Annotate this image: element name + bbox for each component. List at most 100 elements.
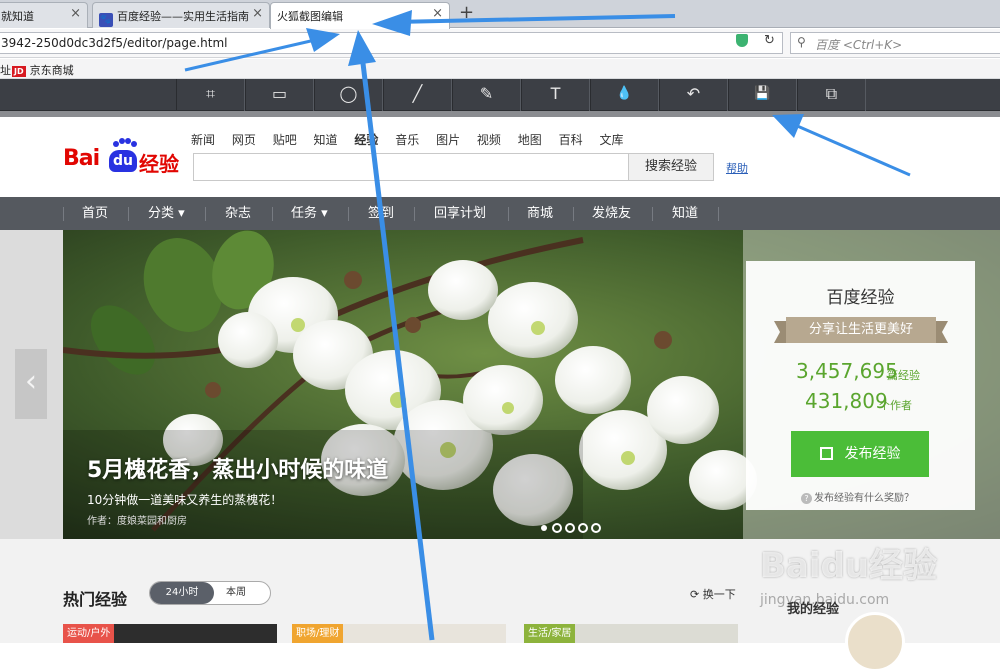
undo-icon[interactable]: ↶ bbox=[659, 79, 728, 111]
top-nav-web[interactable]: 网页 bbox=[232, 133, 256, 147]
editor-toolbar: ⌗ ▭ ◯ ╱ ✎ T 💧 ↶ 💾 ⧉ bbox=[0, 79, 1000, 111]
nav-divider bbox=[718, 207, 719, 221]
nav-home[interactable]: 首页 bbox=[82, 197, 108, 230]
nav-tasks[interactable]: 任务 ▾ bbox=[291, 197, 328, 230]
reload-icon[interactable]: ↻ bbox=[764, 33, 775, 48]
nav-divider bbox=[414, 207, 415, 221]
top-nav-baike[interactable]: 百科 bbox=[559, 133, 583, 147]
main-nav: 首页 分类 ▾ 杂志 任务 ▾ 签到 回享计划 商城 发烧友 知道 bbox=[0, 197, 1000, 230]
tab-screenshot-editor[interactable]: 火狐截图编辑 × bbox=[270, 2, 450, 29]
baidu-jingyan-logo[interactable]: Bai du 经验 bbox=[63, 138, 183, 188]
ellipse-icon[interactable]: ◯ bbox=[314, 79, 383, 111]
experiences-unit: 篇经验 bbox=[887, 369, 920, 382]
nav-divider bbox=[348, 207, 349, 221]
refresh-label: 换一下 bbox=[702, 588, 736, 601]
authors-unit: 个作者 bbox=[879, 399, 912, 412]
save-icon[interactable]: 💾 bbox=[728, 79, 797, 111]
top-nav-images[interactable]: 图片 bbox=[436, 133, 460, 147]
nav-enthusiasts[interactable]: 发烧友 bbox=[592, 197, 631, 230]
experiences-count: 3,457,695 bbox=[796, 359, 898, 383]
top-nav-zhidao[interactable]: 知道 bbox=[314, 133, 338, 147]
range-24h[interactable]: 24小时 bbox=[150, 582, 214, 604]
tab-label: 百度经验——实用生活指南 bbox=[117, 10, 249, 23]
baidu-favicon-icon: 🐾 bbox=[99, 13, 113, 27]
text-icon[interactable]: T bbox=[521, 79, 590, 111]
shield-icon[interactable] bbox=[736, 34, 748, 47]
carousel-prev-button[interactable]: ‹ bbox=[15, 349, 47, 419]
close-tab-icon[interactable]: × bbox=[70, 6, 81, 21]
my-experience-title: 我的经验 bbox=[787, 602, 840, 617]
category-tag[interactable]: 职场/理财 bbox=[292, 624, 344, 643]
bookmark-jd[interactable]: JD 京东商城 bbox=[12, 62, 74, 78]
top-nav-tieba[interactable]: 贴吧 bbox=[273, 133, 297, 147]
hero-title[interactable]: 5月槐花香，蒸出小时候的味道 bbox=[87, 452, 388, 484]
carousel-dot[interactable] bbox=[565, 523, 575, 533]
tab-label: 火狐截图编辑 bbox=[277, 10, 343, 23]
tab-label: 就知道 bbox=[1, 10, 34, 23]
blur-icon[interactable]: 💧 bbox=[590, 79, 659, 111]
top-nav-wenku[interactable]: 文库 bbox=[599, 133, 623, 147]
nav-category[interactable]: 分类 ▾ bbox=[148, 197, 185, 230]
nav-zhidao[interactable]: 知道 bbox=[672, 197, 698, 230]
publish-experience-button[interactable]: 发布经验 bbox=[791, 431, 929, 477]
baidu-jingyan-watermark: Baidu经验 bbox=[760, 546, 938, 586]
refresh-link[interactable]: ⟳ 换一下 bbox=[690, 586, 736, 602]
tab-baidu-jingyan[interactable]: 🐾 百度经验——实用生活指南 × bbox=[92, 2, 270, 28]
paw-icon bbox=[113, 138, 137, 148]
url-bar[interactable]: 3942-250d0dc3d2f5/editor/page.html bbox=[0, 32, 783, 54]
nav-mall[interactable]: 商城 bbox=[527, 197, 553, 230]
top-nav-video[interactable]: 视频 bbox=[477, 133, 501, 147]
top-nav-music[interactable]: 音乐 bbox=[395, 133, 419, 147]
hero-subtitle: 10分钟做一道美味又养生的蒸槐花！ bbox=[87, 493, 283, 507]
close-tab-icon[interactable]: × bbox=[432, 6, 443, 21]
refresh-icon: ⟳ bbox=[690, 588, 703, 601]
line-icon[interactable]: ╱ bbox=[383, 79, 452, 111]
nav-checkin[interactable]: 签到 bbox=[368, 197, 394, 230]
rectangle-icon[interactable]: ▭ bbox=[245, 79, 314, 111]
logo-jingyan: 经验 bbox=[139, 152, 179, 176]
top-nav-jingyan[interactable]: 经验 bbox=[354, 133, 378, 147]
copy-icon[interactable]: ⧉ bbox=[797, 79, 866, 111]
nav-divider bbox=[573, 207, 574, 221]
edit-icon bbox=[819, 447, 833, 460]
reward-link[interactable]: ? 发布经验有什么奖励？ bbox=[801, 489, 914, 504]
nav-rewards-plan[interactable]: 回享计划 bbox=[434, 197, 486, 230]
jingyan-search-input[interactable] bbox=[193, 153, 629, 181]
bookmark-item[interactable]: 址 bbox=[0, 62, 11, 78]
logo-du: du bbox=[109, 150, 137, 172]
carousel-dot[interactable] bbox=[591, 523, 601, 533]
slogan-ribbon: 分享让生活更美好 bbox=[774, 317, 948, 343]
category-tag[interactable]: 生活/家居 bbox=[524, 624, 576, 643]
crop-icon[interactable]: ⌗ bbox=[176, 79, 245, 111]
bookmarks-bar: 址 JD 京东商城 bbox=[0, 59, 1000, 79]
authors-count: 431,809 bbox=[805, 389, 888, 413]
arrow-to-save-tool bbox=[772, 114, 911, 177]
range-week[interactable]: 本周 bbox=[216, 582, 256, 604]
carousel-dot[interactable] bbox=[541, 525, 547, 531]
nav-divider bbox=[205, 207, 206, 221]
pen-icon[interactable]: ✎ bbox=[452, 79, 521, 111]
carousel-dot[interactable] bbox=[578, 523, 588, 533]
browser-search-input[interactable]: ⚲ 百度 <Ctrl+K> bbox=[790, 32, 1000, 54]
search-placeholder: 百度 <Ctrl+K> bbox=[815, 38, 903, 52]
new-tab-button[interactable]: + bbox=[459, 2, 474, 23]
stats-card: 百度经验 分享让生活更美好 3,457,695 篇经验 431,809 个作者 … bbox=[746, 261, 975, 510]
category-tag[interactable]: 运动/户外 bbox=[63, 624, 115, 643]
browser-tab-bar: 就知道 × 🐾 百度经验——实用生活指南 × 火狐截图编辑 × + bbox=[0, 0, 1000, 29]
top-nav-map[interactable]: 地图 bbox=[518, 133, 542, 147]
tab-zhidao[interactable]: 就知道 × bbox=[0, 2, 88, 28]
publish-label: 发布经验 bbox=[844, 446, 901, 462]
logo-bai: Bai bbox=[63, 146, 100, 171]
carousel-dot[interactable] bbox=[552, 523, 562, 533]
nav-divider bbox=[272, 207, 273, 221]
help-link[interactable]: 帮助 bbox=[726, 160, 748, 176]
avatar[interactable] bbox=[845, 612, 905, 672]
browser-nav-bar: 3942-250d0dc3d2f5/editor/page.html ↻ ⚲ 百… bbox=[0, 29, 1000, 58]
nav-magazine[interactable]: 杂志 bbox=[225, 197, 251, 230]
search-jingyan-button[interactable]: 搜索经验 bbox=[628, 153, 714, 181]
close-tab-icon[interactable]: × bbox=[252, 6, 263, 21]
top-nav-news[interactable]: 新闻 bbox=[191, 133, 215, 147]
nav-divider bbox=[508, 207, 509, 221]
reward-label: 发布经验有什么奖励？ bbox=[814, 493, 914, 504]
hot-section-title: 热门经验 bbox=[63, 590, 128, 609]
